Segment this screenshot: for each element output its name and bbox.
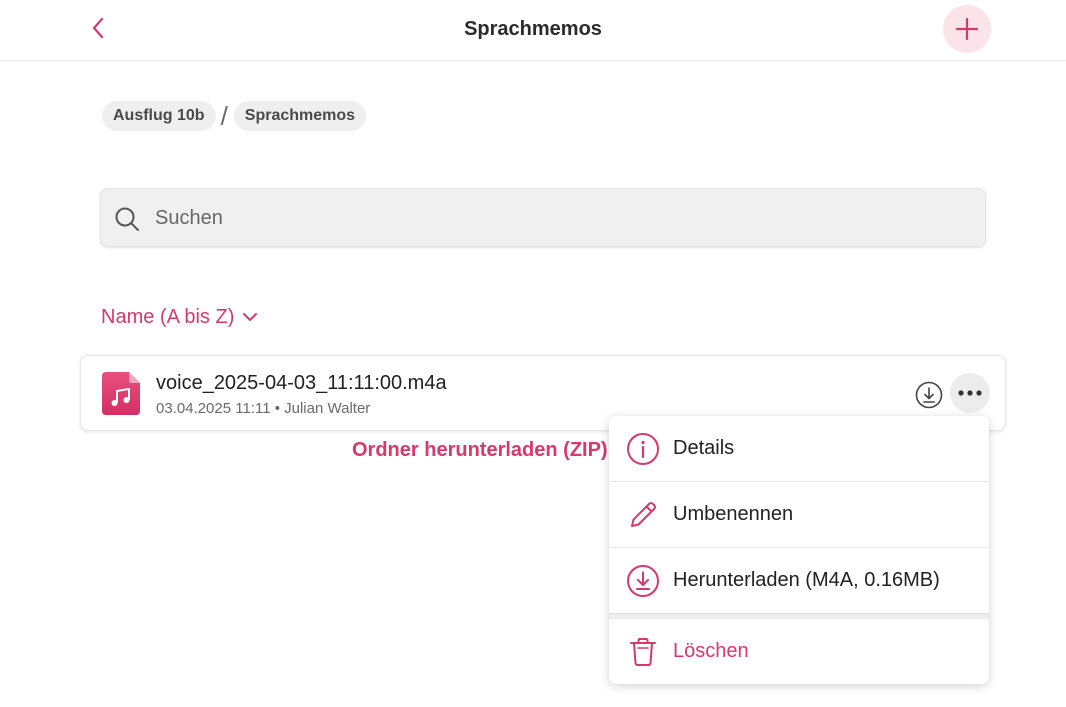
download-icon bbox=[915, 381, 943, 409]
more-horizontal-icon bbox=[958, 390, 982, 396]
page-title: Sprachmemos bbox=[464, 18, 602, 40]
menu-item-label: Umbenennen bbox=[673, 503, 794, 525]
trash-icon bbox=[626, 635, 660, 669]
context-menu: Details Umbenennen Herunterladen (M4A, 0… bbox=[609, 416, 989, 684]
sort-dropdown[interactable]: Name (A bis Z) bbox=[101, 303, 258, 331]
chevron-left-icon bbox=[92, 17, 104, 39]
menu-item-label: Herunterladen (M4A, 0.16MB) bbox=[673, 569, 940, 591]
info-icon bbox=[626, 432, 660, 466]
back-button[interactable] bbox=[84, 14, 112, 42]
breadcrumb-separator: / bbox=[220, 101, 228, 131]
breadcrumb-item-ausflug[interactable]: Ausflug 10b bbox=[102, 101, 216, 131]
search-bar bbox=[100, 188, 986, 248]
file-download-button[interactable] bbox=[914, 380, 944, 410]
page: Sprachmemos Ausflug 10b / Sprachmemos Na… bbox=[0, 0, 1066, 707]
download-icon bbox=[626, 564, 660, 598]
chevron-down-icon bbox=[243, 313, 258, 321]
folder-download-link[interactable]: Ordner herunterladen (ZIP) bbox=[352, 439, 608, 462]
menu-item-details[interactable]: Details bbox=[609, 416, 989, 481]
sort-label: Name (A bis Z) bbox=[101, 305, 235, 328]
menu-item-label: Details bbox=[673, 437, 735, 459]
search-input[interactable] bbox=[153, 189, 977, 248]
more-options-button[interactable] bbox=[950, 373, 990, 413]
menu-item-rename[interactable]: Umbenennen bbox=[609, 482, 989, 547]
pencil-icon bbox=[626, 498, 660, 532]
music-file-icon bbox=[102, 372, 140, 415]
file-meta: 03.04.2025 11:11 • Julian Walter bbox=[156, 400, 371, 417]
top-bar: Sprachmemos bbox=[0, 0, 1066, 61]
breadcrumb-item-sprachmemos[interactable]: Sprachmemos bbox=[233, 101, 367, 131]
file-name: voice_2025-04-03_11:11:00.m4a bbox=[156, 372, 447, 394]
add-button[interactable] bbox=[943, 5, 991, 53]
plus-icon bbox=[955, 17, 979, 41]
menu-item-download[interactable]: Herunterladen (M4A, 0.16MB) bbox=[609, 548, 989, 613]
menu-item-label: Löschen bbox=[673, 640, 749, 662]
menu-item-delete[interactable]: Löschen bbox=[609, 619, 989, 684]
breadcrumb: Ausflug 10b / Sprachmemos bbox=[102, 100, 367, 132]
search-icon bbox=[115, 207, 139, 231]
